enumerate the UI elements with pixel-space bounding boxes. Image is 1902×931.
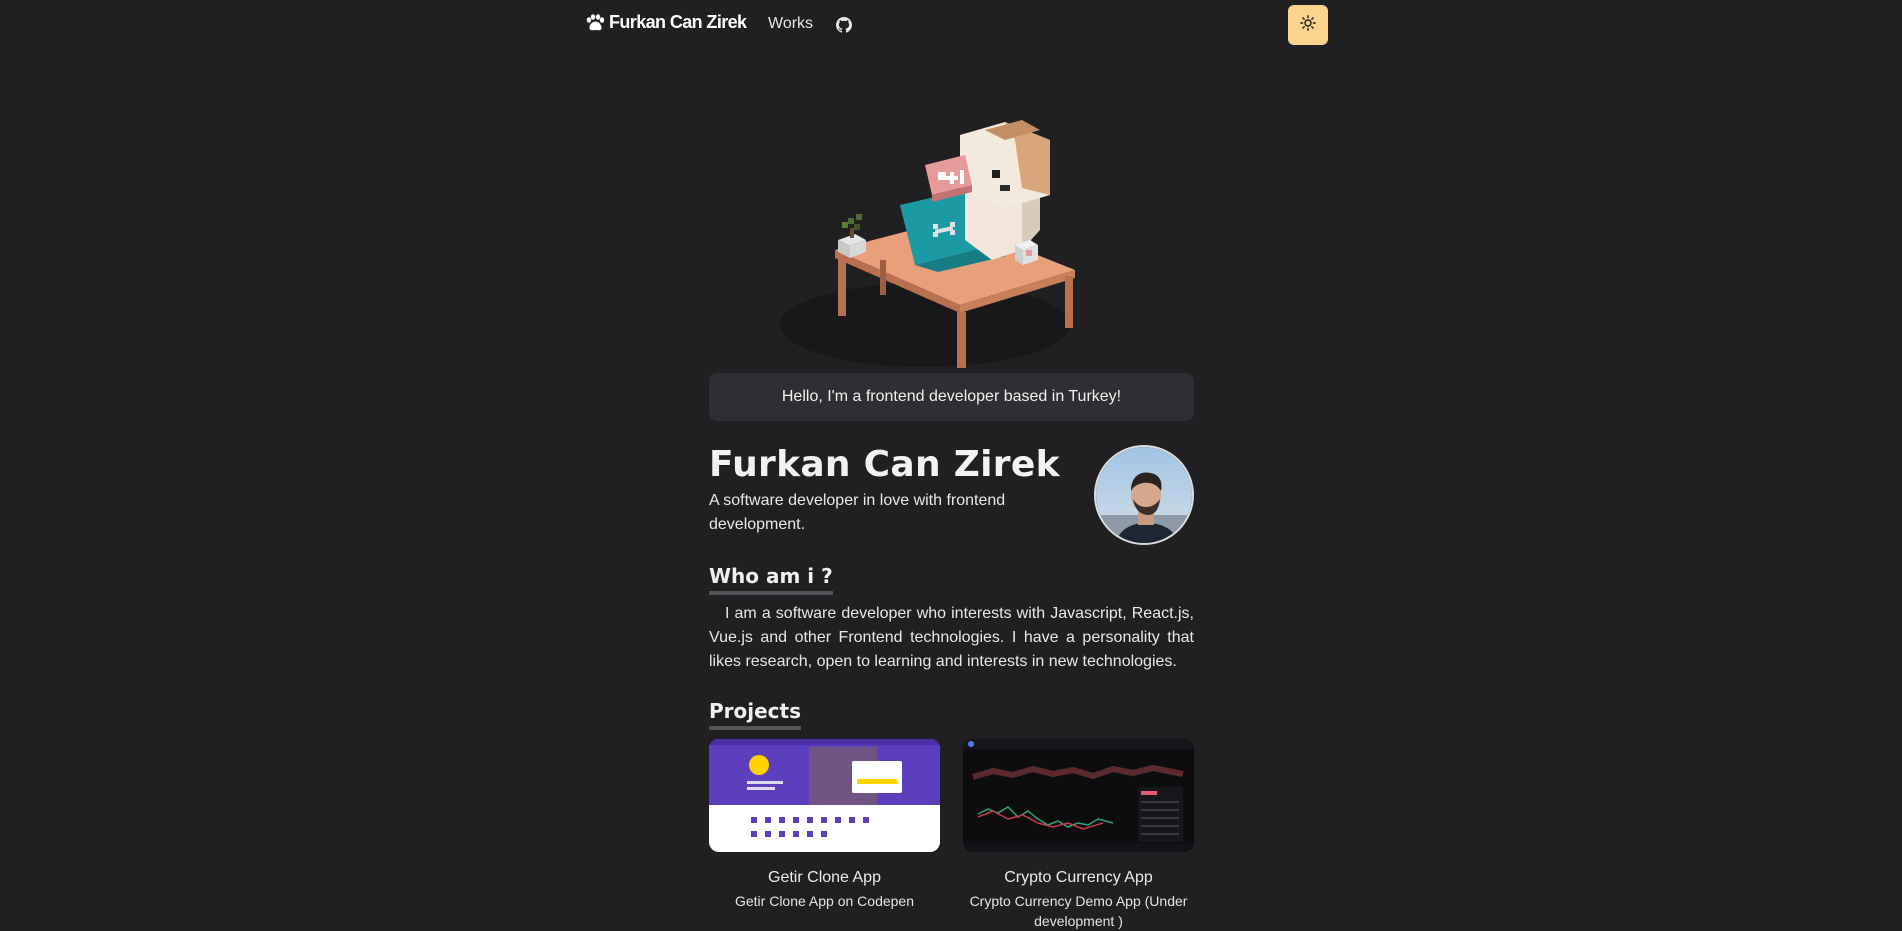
project-thumbnail[interactable] [709, 739, 940, 852]
about-text: I am a software developer who interests … [709, 605, 1194, 670]
project-card-getir[interactable]: Getir Clone App Getir Clone App on Codep… [709, 739, 940, 911]
project-title[interactable]: Getir Clone App [709, 869, 940, 887]
profile-tagline: A software developer in love with fronte… [709, 492, 1006, 533]
project-thumbnail[interactable] [963, 739, 1194, 852]
navbar: Furkan Can Zirek Works [0, 0, 1902, 50]
project-description: Getir Clone App on Codepen [734, 893, 914, 909]
project-description: Crypto Currency Demo App (Under developm… [969, 893, 1188, 929]
sun-icon [1300, 14, 1316, 36]
theme-toggle-button[interactable] [1288, 5, 1328, 45]
voxel-dog-illustration [760, 110, 1100, 370]
github-icon[interactable] [836, 17, 852, 33]
brand-logo-link[interactable]: Furkan Can Zirek [585, 12, 747, 33]
brand-name: Furkan Can Zirek [609, 12, 747, 32]
about-heading: Who am i ? [709, 564, 833, 595]
page-title: Furkan Can Zirek [709, 444, 1060, 485]
project-title[interactable]: Crypto Currency App [963, 869, 1194, 887]
nav-link-works[interactable]: Works [768, 15, 813, 33]
avatar [1094, 445, 1194, 545]
paw-icon [585, 13, 605, 32]
projects-heading: Projects [709, 699, 802, 730]
project-card-crypto[interactable]: Crypto Currency App Crypto Currency Demo… [963, 739, 1194, 931]
greeting-banner: Hello, I'm a frontend developer based in… [709, 373, 1194, 421]
